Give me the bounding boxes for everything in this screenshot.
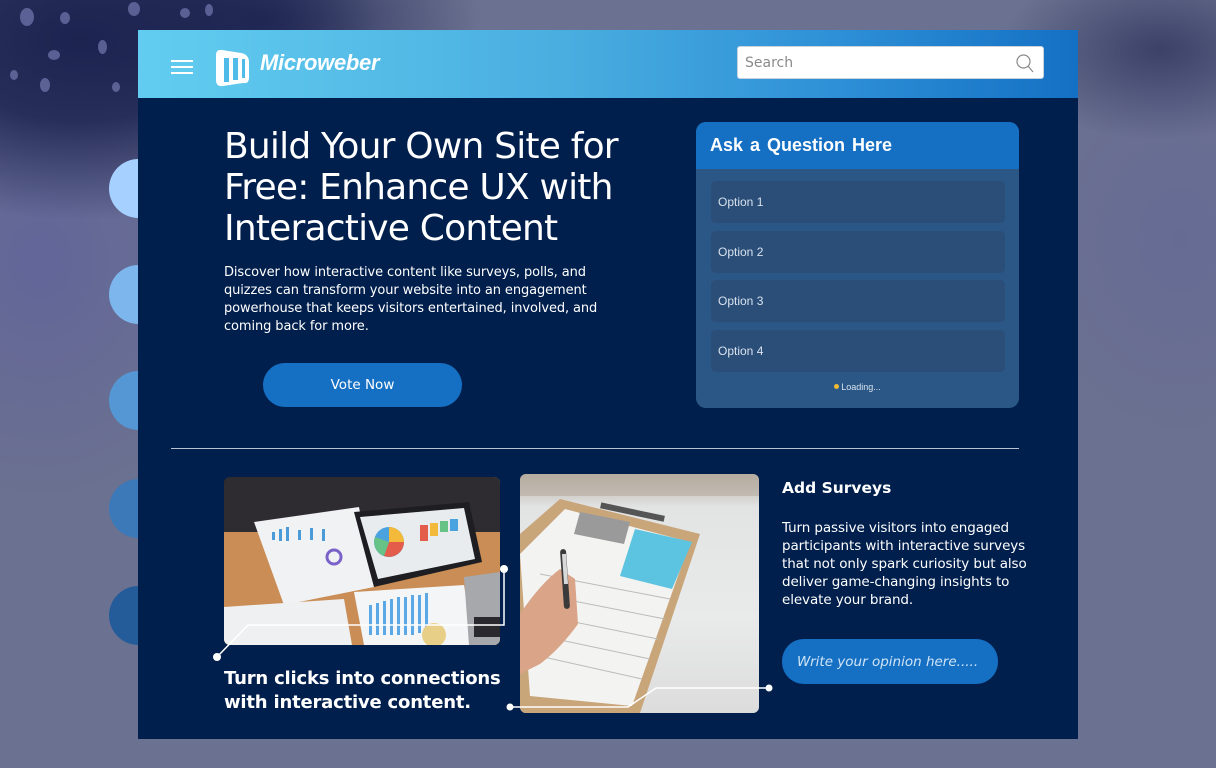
search-box[interactable] [737, 46, 1044, 79]
background-speck [60, 12, 70, 24]
hero-title: Build Your Own Site for Free: Enhance UX… [224, 126, 619, 249]
add-surveys-description: Turn passive visitors into engaged parti… [782, 520, 1027, 608]
poll-option-3[interactable]: Option 3 [711, 280, 1005, 322]
business-charts-photo [224, 477, 500, 645]
background-speck [180, 8, 190, 18]
poll-option-1[interactable]: Option 1 [711, 181, 1005, 223]
vote-now-button[interactable]: Vote Now [263, 363, 462, 407]
poll-header: Ask a Question Here [696, 122, 1019, 169]
poll-option-label: Option 1 [718, 195, 764, 209]
loading-indicator-icon [834, 384, 840, 389]
brand-name[interactable]: Microweber [260, 50, 380, 76]
microweber-logo-icon [216, 49, 249, 87]
poll-option-label: Option 2 [718, 245, 764, 259]
add-surveys-heading: Add Surveys [782, 479, 892, 497]
background-speck [10, 70, 18, 80]
opinion-input[interactable] [782, 639, 998, 684]
top-navigation-bar: Microweber [138, 30, 1078, 98]
clipboard-form-photo [520, 474, 759, 713]
connector-dot [765, 684, 773, 692]
hamburger-menu-icon[interactable] [171, 60, 193, 74]
background-speck [98, 40, 107, 54]
loading-text: Loading... [841, 382, 881, 392]
poll-loading-status: Loading... [696, 382, 1019, 392]
background-speck [40, 78, 50, 92]
poll-option-label: Option 4 [718, 344, 764, 358]
background-speck [112, 82, 120, 92]
poll-option-2[interactable]: Option 2 [711, 231, 1005, 273]
feature-caption: Turn clicks into connections with intera… [224, 668, 501, 713]
section-divider [171, 448, 1019, 449]
poll-option-4[interactable]: Option 4 [711, 330, 1005, 372]
background-speck [20, 8, 34, 26]
search-icon[interactable] [1015, 53, 1035, 73]
background-speck [128, 2, 140, 16]
search-input[interactable] [745, 51, 1005, 75]
charts-photo-illustration [224, 477, 500, 645]
connector-dot [500, 565, 508, 573]
connector-dot [213, 653, 221, 661]
background-speck [205, 4, 213, 16]
background-speck [48, 50, 60, 60]
poll-card: Ask a Question Here Option 1 Option 2 Op… [696, 122, 1019, 408]
clipboard-photo-illustration [520, 474, 759, 713]
poll-title: Ask a Question Here [710, 135, 893, 155]
poll-option-label: Option 3 [718, 294, 764, 308]
site-frame: Microweber Build Your Own Site for Free:… [138, 30, 1078, 739]
hero-description: Discover how interactive content like su… [224, 265, 598, 334]
